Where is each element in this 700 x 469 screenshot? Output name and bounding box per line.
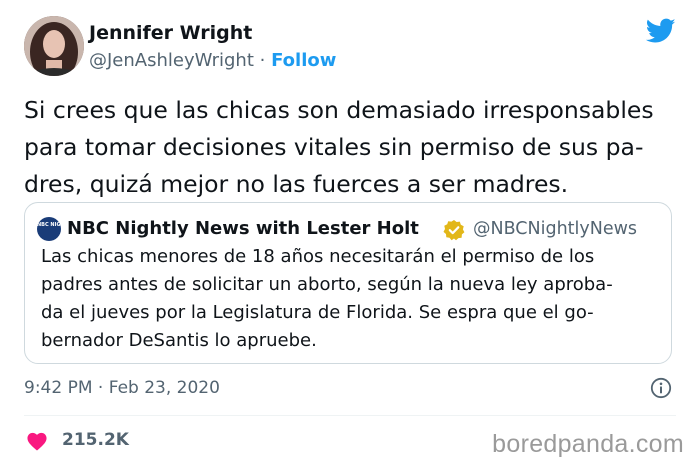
tweet-text-line: Si crees que las chicas son demasiado ir… xyxy=(24,96,654,124)
quoted-author-name[interactable]: NBC Nightly News with Lester Holt xyxy=(67,218,419,239)
quoted-text-line: da el jueves por la Legislatura de Flori… xyxy=(41,302,594,323)
quoted-tweet-header: NBC NIGHTLY NEWS NBC Nightly News with L… xyxy=(37,217,663,243)
watermark: boredpanda.com xyxy=(492,430,684,458)
quoted-text-line: Las chicas menores de 18 años necesitará… xyxy=(41,246,595,267)
tweet-header: Jennifer Wright @JenAshleyWright · Follo… xyxy=(24,16,676,80)
separator-dot: · xyxy=(259,50,266,71)
follow-button[interactable]: Follow xyxy=(271,50,336,71)
tweet-text-line: para tomar decisiones vitales sin permis… xyxy=(24,133,644,161)
tweet-text: Si crees que las chicas son demasiado ir… xyxy=(24,92,676,203)
heart-icon[interactable] xyxy=(26,431,48,451)
twitter-bird-icon[interactable] xyxy=(646,18,676,44)
info-icon[interactable] xyxy=(650,377,672,399)
tweet-text-line: dres, quizá mejor no las fuerces a ser m… xyxy=(24,170,569,198)
quoted-tweet[interactable]: NBC NIGHTLY NEWS NBC Nightly News with L… xyxy=(24,202,672,364)
tweet-time: 9:42 PM xyxy=(24,378,93,398)
quoted-text-line: bernador DeSantis lo apruebe. xyxy=(41,330,317,351)
quoted-tweet-text: Las chicas menores de 18 años necesitará… xyxy=(41,243,653,355)
author-handle[interactable]: @JenAshleyWright xyxy=(89,50,254,71)
like-count: 215.2K xyxy=(62,430,129,450)
author-avatar[interactable] xyxy=(24,16,84,76)
tweet-timestamp[interactable]: 9:42 PM · Feb 23, 2020 xyxy=(24,378,220,398)
quoted-text-line: padres antes de solicitar un aborto, seg… xyxy=(41,274,613,295)
divider xyxy=(24,415,676,416)
verified-badge-icon xyxy=(443,220,465,241)
quoted-author-handle[interactable]: @NBCNightlyNews xyxy=(473,219,637,239)
quoted-author-avatar[interactable]: NBC NIGHTLY NEWS xyxy=(37,217,61,241)
author-name[interactable]: Jennifer Wright xyxy=(89,22,252,44)
tweet-date: Feb 23, 2020 xyxy=(108,378,220,398)
author-handle-line: @JenAshleyWright · Follow xyxy=(89,50,336,71)
separator-dot: · xyxy=(97,378,104,398)
